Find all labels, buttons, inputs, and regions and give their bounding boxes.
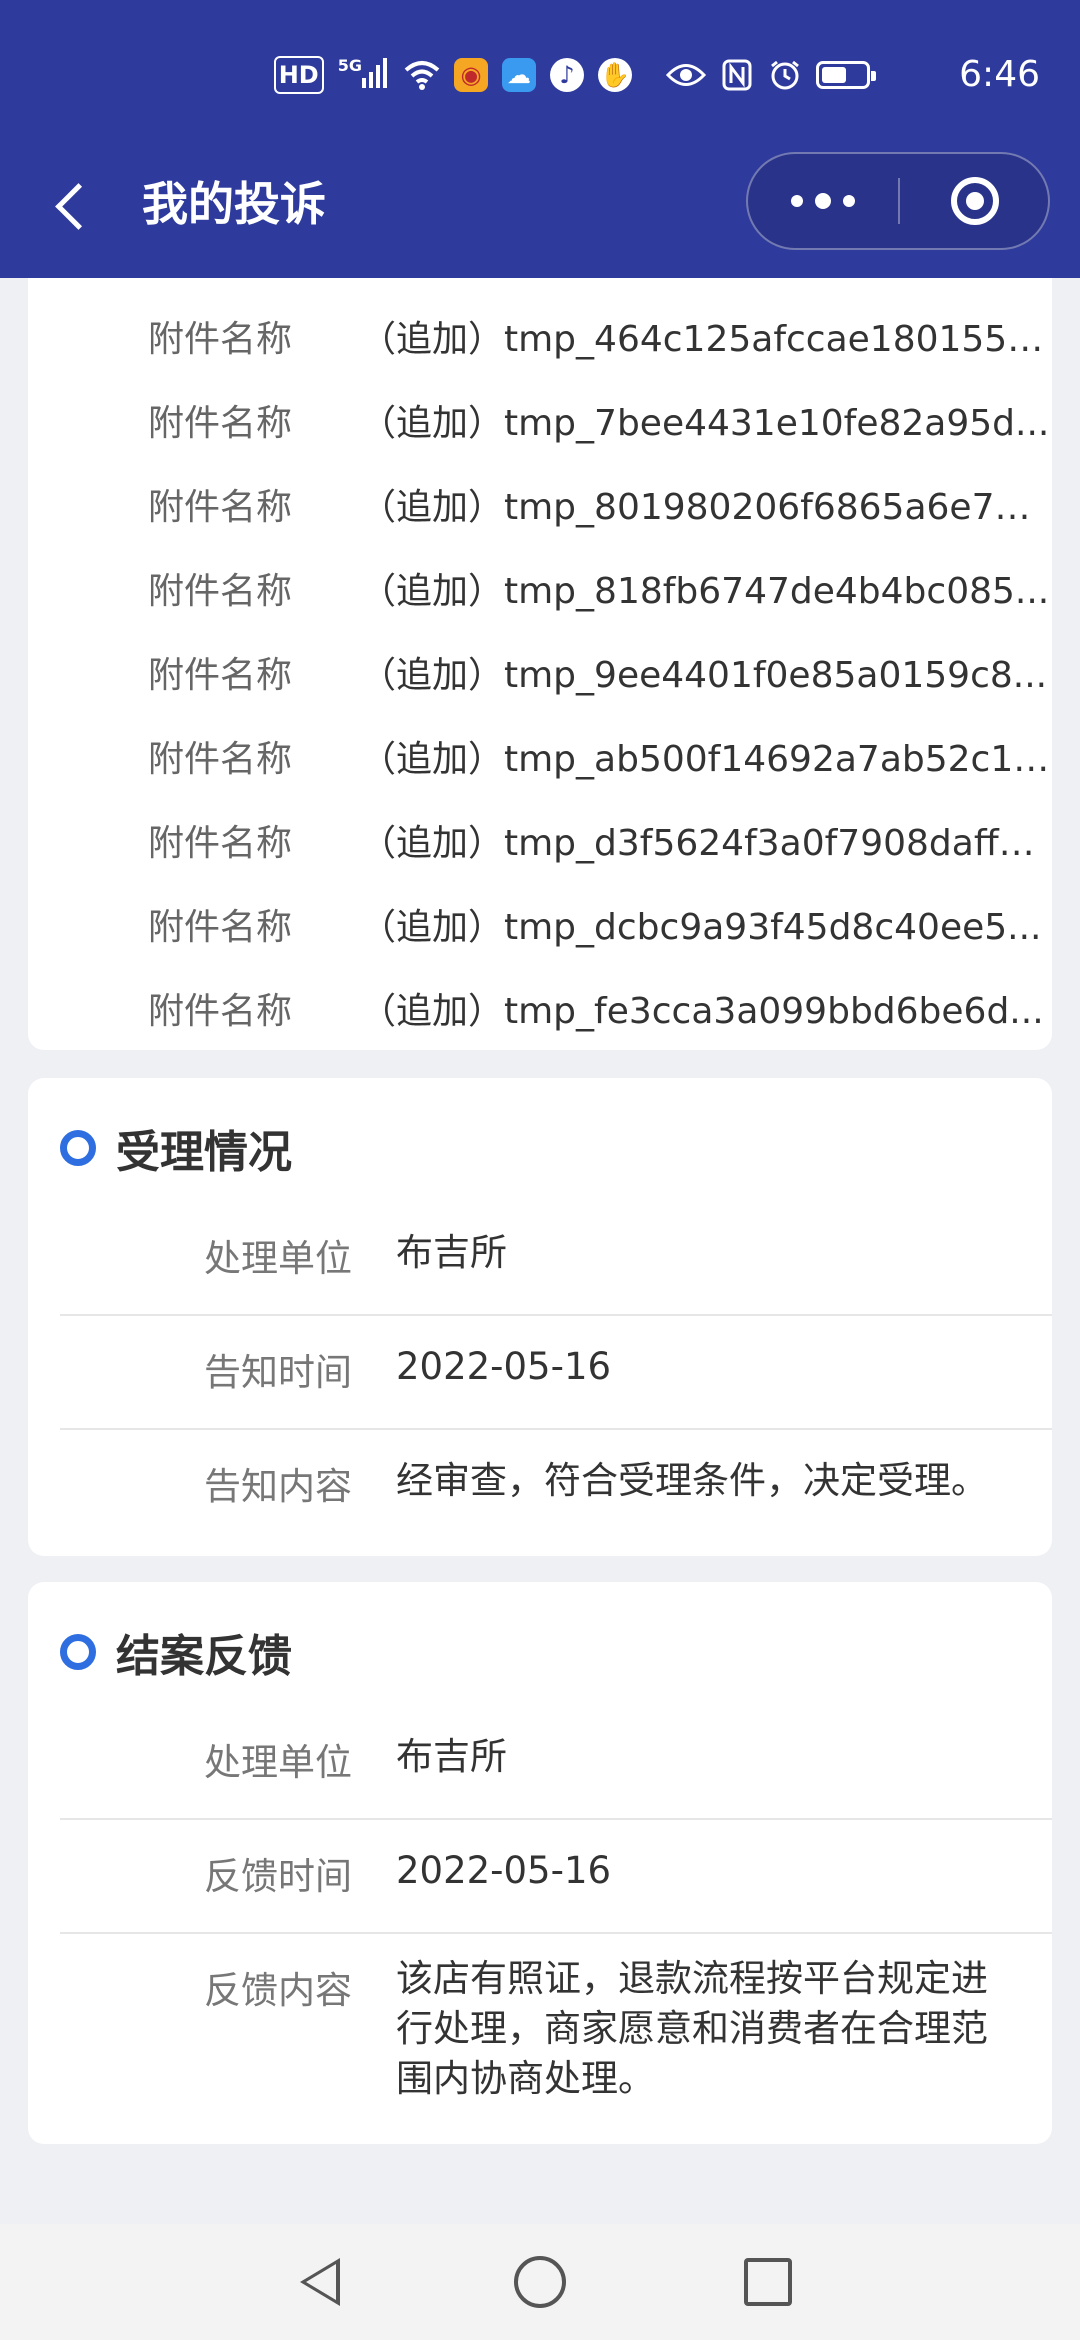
miniapp-capsule bbox=[746, 152, 1050, 250]
info-value: 经审查，符合受理条件，决定受理。 bbox=[396, 1459, 988, 1502]
hand-icon: ✋ bbox=[598, 58, 632, 92]
back-button[interactable] bbox=[40, 174, 104, 238]
system-back-button[interactable] bbox=[288, 2250, 352, 2314]
weibo-icon: ◉ bbox=[454, 58, 488, 92]
attachment-label: 附件名称 bbox=[148, 739, 293, 780]
attachment-name: （追加）tmp_dcbc9a93f45d8c40ee5... bbox=[360, 907, 1042, 948]
info-row: 告知内容 经审查，符合受理条件，决定受理。 bbox=[60, 1428, 1052, 1542]
attachment-label: 附件名称 bbox=[148, 487, 293, 528]
attachment-name: （追加）tmp_9ee4401f0e85a0159c8... bbox=[360, 655, 1048, 696]
circle-home-icon bbox=[514, 2256, 566, 2308]
info-value: 布吉所 bbox=[396, 1735, 507, 1778]
square-recents-icon bbox=[744, 2258, 792, 2306]
attachment-name: （追加）tmp_fe3cca3a099bbd6be6d... bbox=[360, 991, 1044, 1032]
alarm-icon bbox=[768, 58, 802, 92]
info-label: 反馈内容 bbox=[204, 1969, 352, 2012]
attachment-row[interactable]: 附件名称 （追加）tmp_464c125afccae1801554... bbox=[148, 298, 1050, 382]
attachment-row[interactable]: 附件名称 （追加）tmp_fe3cca3a099bbd6be6d... bbox=[148, 970, 1048, 1054]
attachment-label: 附件名称 bbox=[148, 907, 293, 948]
attachment-name: （追加）tmp_801980206f6865a6e78... bbox=[360, 487, 1050, 528]
info-row: 反馈内容 该店有照证，退款流程按平台规定进行处理，商家愿意和消费者在合理范围内协… bbox=[60, 1932, 1052, 2132]
more-dots-icon-center bbox=[815, 193, 831, 209]
attachment-row[interactable]: 附件名称 （追加）tmp_801980206f6865a6e78... bbox=[148, 466, 1050, 550]
section-title: 结案反馈 bbox=[116, 1631, 292, 1682]
nfc-icon bbox=[720, 58, 754, 92]
info-label: 反馈时间 bbox=[204, 1855, 352, 1898]
attachment-row[interactable]: 附件名称 （追加）tmp_d3f5624f3a0f7908daffd... bbox=[148, 802, 1050, 886]
closure-card: 结案反馈 处理单位 布吉所 反馈时间 2022-05-16 反馈内容 该店有照证… bbox=[28, 1582, 1052, 2144]
info-row: 处理单位 布吉所 bbox=[60, 1200, 1052, 1316]
attachment-label: 附件名称 bbox=[148, 319, 293, 360]
attachment-label: 附件名称 bbox=[148, 655, 293, 696]
attachment-name: （追加）tmp_7bee4431e10fe82a95d... bbox=[360, 403, 1050, 444]
info-label: 告知内容 bbox=[204, 1465, 352, 1508]
system-recents-button[interactable] bbox=[736, 2250, 800, 2314]
system-home-button[interactable] bbox=[508, 2250, 572, 2314]
status-icons: HD 5G ◉ ☁ ♪ ✋ bbox=[273, 56, 876, 94]
attachment-row[interactable]: 附件名称 （追加）tmp_9ee4401f0e85a0159c8... bbox=[148, 634, 1048, 718]
cloud-icon: ☁ bbox=[502, 58, 536, 92]
more-dots-icon-right bbox=[843, 195, 855, 207]
more-button[interactable] bbox=[748, 154, 898, 248]
info-row: 告知时间 2022-05-16 bbox=[60, 1314, 1052, 1430]
back-arrow-icon bbox=[54, 182, 102, 230]
attachment-name: （追加）tmp_464c125afccae1801554... bbox=[360, 319, 1050, 360]
acceptance-card: 受理情况 处理单位 布吉所 告知时间 2022-05-16 告知内容 经审查，符… bbox=[28, 1078, 1052, 1556]
status-time: 6:46 bbox=[959, 54, 1040, 95]
attachment-label: 附件名称 bbox=[148, 403, 293, 444]
info-label: 告知时间 bbox=[204, 1351, 352, 1394]
more-dots-icon bbox=[791, 195, 803, 207]
attachment-row[interactable]: 附件名称 （追加）tmp_dcbc9a93f45d8c40ee5... bbox=[148, 886, 1048, 970]
attachment-name: （追加）tmp_d3f5624f3a0f7908daffd... bbox=[360, 823, 1050, 864]
info-value: 布吉所 bbox=[396, 1231, 507, 1274]
system-nav-bar bbox=[0, 2224, 1080, 2340]
attachment-name: （追加）tmp_ab500f14692a7ab52c1f... bbox=[360, 739, 1050, 780]
attachments-card: 附件名称 （追加）tmp_464c125afccae1801554... 附件名… bbox=[28, 278, 1052, 1050]
battery-icon bbox=[816, 61, 876, 89]
attachment-label: 附件名称 bbox=[148, 571, 293, 612]
info-label: 处理单位 bbox=[204, 1237, 352, 1280]
app-header: HD 5G ◉ ☁ ♪ ✋ 6:46 我的投诉 bbox=[0, 0, 1080, 278]
info-label: 处理单位 bbox=[204, 1741, 352, 1784]
section-bullet-icon bbox=[60, 1130, 96, 1166]
attachment-name: （追加）tmp_818fb6747de4b4bc085... bbox=[360, 571, 1050, 612]
attachment-label: 附件名称 bbox=[148, 991, 293, 1032]
attachment-row[interactable]: 附件名称 （追加）tmp_ab500f14692a7ab52c1f... bbox=[148, 718, 1050, 802]
section-header: 结案反馈 bbox=[60, 1622, 292, 1682]
miniapp-close-icon bbox=[951, 177, 999, 225]
attachment-row[interactable]: 附件名称 （追加）tmp_818fb6747de4b4bc085... bbox=[148, 550, 1050, 634]
info-value: 2022-05-16 bbox=[396, 1849, 612, 1892]
voice-icon: ♪ bbox=[550, 58, 584, 92]
wifi-icon bbox=[404, 58, 440, 92]
info-row: 反馈时间 2022-05-16 bbox=[60, 1818, 1052, 1934]
info-value: 2022-05-16 bbox=[396, 1345, 612, 1388]
nav-bar: 我的投诉 bbox=[0, 150, 1080, 278]
page-title: 我的投诉 bbox=[142, 177, 326, 231]
info-value: 该店有照证，退款流程按平台规定进行处理，商家愿意和消费者在合理范围内协商处理。 bbox=[396, 1957, 988, 2100]
section-title: 受理情况 bbox=[116, 1127, 292, 1178]
signal-icon: 5G bbox=[338, 58, 390, 92]
info-row: 处理单位 布吉所 bbox=[60, 1704, 1052, 1820]
triangle-back-icon bbox=[300, 2258, 340, 2306]
eye-icon bbox=[666, 58, 706, 92]
attachment-label: 附件名称 bbox=[148, 823, 293, 864]
status-bar: HD 5G ◉ ☁ ♪ ✋ 6:46 bbox=[0, 0, 1080, 150]
section-bullet-icon bbox=[60, 1634, 96, 1670]
miniapp-close-button[interactable] bbox=[900, 154, 1050, 248]
attachment-row[interactable]: 附件名称 （追加）tmp_7bee4431e10fe82a95d... bbox=[148, 382, 1050, 466]
section-header: 受理情况 bbox=[60, 1118, 292, 1178]
hd-icon: HD bbox=[273, 56, 324, 94]
